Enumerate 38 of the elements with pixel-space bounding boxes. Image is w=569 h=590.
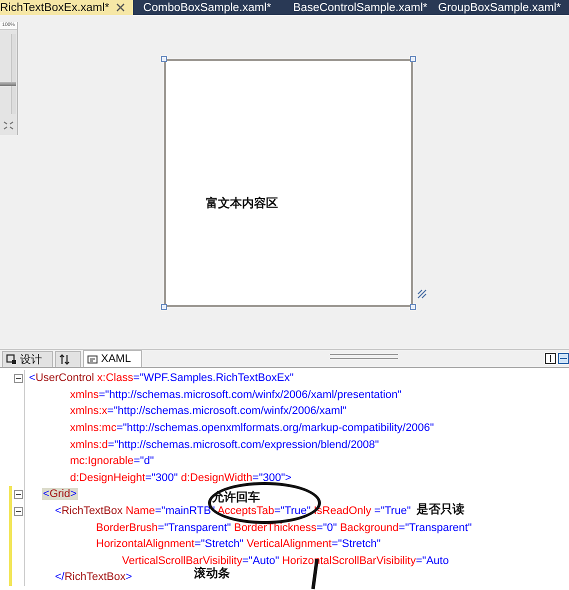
- code-line: <UserControl x:Class="WPF.Samples.RichTextBoxEx": [29, 372, 294, 384]
- resize-handle[interactable]: [410, 304, 416, 310]
- close-icon: [116, 3, 126, 12]
- code-line: xmlns:mc="http://schemas.openxmlformats.org/markup-compatibility/2006": [70, 422, 434, 434]
- view-tab[interactable]: [55, 351, 81, 367]
- resize-handle[interactable]: [410, 56, 416, 62]
- code-line: xmlns:x="http://schemas.microsoft.com/winfx/2006/xaml": [70, 405, 346, 418]
- document-tab[interactable]: ComboBoxSample.xaml*: [133, 0, 284, 15]
- code-line: d:DesignHeight="300" d:DesignWidth="300">: [70, 472, 292, 484]
- slider-thumb[interactable]: [0, 82, 16, 86]
- code-line: </RichTextBox>: [55, 571, 132, 584]
- content-text: 富文本内容区: [206, 195, 278, 212]
- code-line: xmlns:d="http://schemas.microsoft.com/expression/blend/2008": [70, 438, 379, 451]
- code-line: mc:Ignorable="d": [70, 455, 154, 468]
- collapse-icon[interactable]: [14, 506, 23, 516]
- code-line: <RichTextBox Name="mainRTB" AcceptsTab="True" IsReadOnly ="True": [55, 505, 411, 518]
- code-line: xmlns="http://schemas.microsoft.com/winfx/2006/xaml/presentation": [70, 388, 402, 401]
- annotation-label: 是否只读: [416, 500, 465, 518]
- fit-icon: [3, 121, 14, 130]
- document-icon: [87, 354, 98, 364]
- collapse-icon[interactable]: [14, 374, 23, 383]
- resize-icon: [417, 289, 427, 299]
- view-tab[interactable]: 设计: [2, 351, 53, 367]
- view-tab[interactable]: XAML: [83, 350, 142, 367]
- code-line: BorderBrush="Transparent" BorderThickness="0" Background="Transparent": [96, 522, 472, 534]
- document-tab[interactable]: RichTextBoxEx.xaml*: [0, 0, 134, 15]
- swap-icon: [59, 354, 70, 365]
- document-tab[interactable]: GroupBoxSample.xaml*: [428, 0, 569, 15]
- annotation-label: 滚动条: [194, 566, 230, 582]
- code-line: HorizontalAlignment="Stretch" VerticalAlignment="Stretch": [96, 538, 381, 550]
- resize-handle[interactable]: [161, 56, 167, 62]
- split-vertical-icon: [545, 353, 556, 364]
- design-icon: [6, 354, 17, 365]
- split-horizontal-icon: [558, 353, 569, 364]
- resize-handle[interactable]: [161, 304, 167, 310]
- collapse-icon[interactable]: [14, 490, 23, 499]
- splitter-grip[interactable]: [330, 354, 398, 359]
- document-tab[interactable]: BaseControlSample.xaml*: [283, 0, 428, 15]
